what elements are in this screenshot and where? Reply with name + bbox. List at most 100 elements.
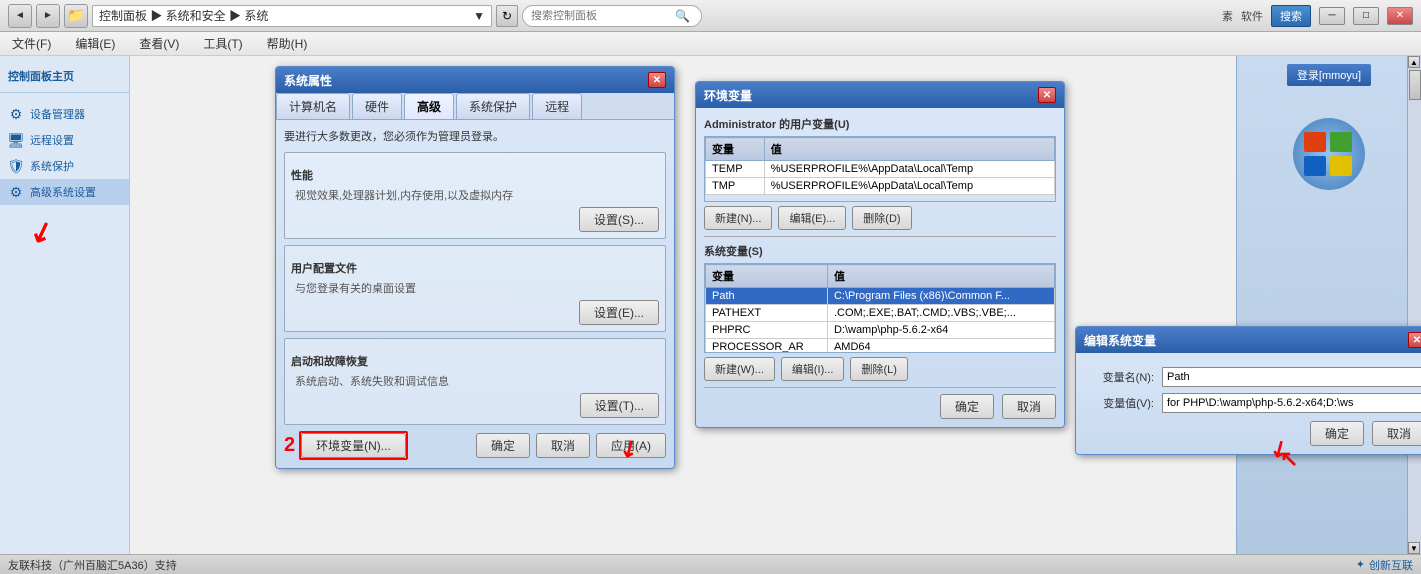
search-button[interactable]: 搜索 (1271, 5, 1311, 27)
content-area: 系统属性 ✕ 计算机名 硬件 高级 系统保护 远程 要进行大多数更改，您必须作为… (130, 56, 1421, 554)
user-new-button[interactable]: 新建(N)... (704, 206, 772, 230)
sysprop-bottom-row: 2 环境变量(N)... 确定 取消 应用(A) (284, 431, 666, 460)
search-icon[interactable]: 🔍 (675, 9, 690, 23)
tab-remote[interactable]: 远程 (532, 93, 582, 119)
sys-var-name-processor: PROCESSOR_AR (706, 339, 828, 354)
var-name-row: 变量名(N): (1084, 367, 1421, 387)
envvar-cancel-button[interactable]: 取消 (1002, 394, 1056, 419)
breadcrumb[interactable]: 控制面板 ▶ 系统和安全 ▶ 系统 ▼ (92, 5, 492, 27)
refresh-button[interactable]: ↻ (496, 5, 518, 27)
sys-var-name-phprc: PHPRC (706, 322, 828, 339)
sidebar-item-advanced[interactable]: ⚙ 高级系统设置 (0, 179, 129, 205)
menu-file[interactable]: 文件(F) (8, 33, 55, 54)
right-scrollbar[interactable]: ▲ ▼ (1407, 56, 1421, 554)
advanced-icon: ⚙ (8, 184, 24, 200)
var-name-input[interactable] (1162, 367, 1421, 387)
logo-text: 创新互联 (1369, 557, 1413, 573)
sidebar-item-system-protect[interactable]: 🛡 系统保护 (0, 153, 129, 179)
env-vars-button[interactable]: 环境变量(N)... (301, 433, 406, 458)
sys-col-value: 值 (827, 265, 1054, 288)
sys-edit-button[interactable]: 编辑(I)... (781, 357, 845, 381)
sysprop-ok-button[interactable]: 确定 (476, 433, 530, 458)
forward-button[interactable]: ► (36, 4, 60, 28)
envvar-close-button[interactable]: ✕ (1038, 87, 1056, 103)
user-edit-button[interactable]: 编辑(E)... (778, 206, 846, 230)
scroll-thumb[interactable] (1409, 70, 1421, 100)
sys-var-row-path[interactable]: Path C:\Program Files (x86)\Common F... (706, 288, 1055, 305)
tab-computer-name[interactable]: 计算机名 (276, 93, 350, 119)
menu-help[interactable]: 帮助(H) (263, 33, 312, 54)
envvar-ok-button[interactable]: 确定 (940, 394, 994, 419)
sysprop-close-button[interactable]: ✕ (648, 72, 666, 88)
startup-settings-button[interactable]: 设置(T)... (580, 393, 659, 418)
startup-label: 启动和故障恢复 (291, 353, 659, 369)
sysprop-title: 系统属性 (284, 72, 332, 89)
user-delete-button[interactable]: 删除(D) (852, 206, 911, 230)
sys-var-row-phprc[interactable]: PHPRC D:\wamp\php-5.6.2-x64 (706, 322, 1055, 339)
var-value-row: 变量值(V): (1084, 393, 1421, 413)
user-vars-title: Administrator 的用户变量(U) (704, 116, 1056, 132)
breadcrumb-text: 控制面板 ▶ 系统和安全 ▶ 系统 (99, 7, 268, 24)
sys-col-variable: 变量 (706, 265, 828, 288)
user-profiles-label: 用户配置文件 (291, 260, 659, 276)
user-badge[interactable]: 登录[mmoyu] (1287, 64, 1371, 86)
sys-var-row-processor[interactable]: PROCESSOR_AR AMD64 (706, 339, 1055, 354)
scroll-down-button[interactable]: ▼ (1408, 542, 1420, 554)
sys-var-value-phprc: D:\wamp\php-5.6.2-x64 (827, 322, 1054, 339)
close-button[interactable]: ✕ (1387, 7, 1413, 25)
editsysvar-title: 编辑系统变量 (1084, 332, 1156, 349)
search-input[interactable] (531, 10, 671, 22)
editsysvar-ok-button[interactable]: 确定 (1310, 421, 1364, 446)
scroll-up-button[interactable]: ▲ (1408, 56, 1420, 68)
sysprop-apply-button[interactable]: 应用(A) (596, 433, 666, 458)
user-profiles-settings-button[interactable]: 设置(E)... (579, 300, 659, 325)
startup-text: 系统启动、系统失败和调试信息 (291, 373, 659, 389)
menu-view[interactable]: 查看(V) (135, 33, 183, 54)
var-value-input[interactable] (1162, 393, 1421, 413)
user-vars-table: 变量 值 TEMP %USERPROFILE%\AppData\Local\Te… (705, 137, 1055, 195)
user-profiles-section: 用户配置文件 与您登录有关的桌面设置 设置(E)... (284, 245, 666, 332)
red-annotation-curve: ↙ (25, 212, 58, 251)
tab-hardware[interactable]: 硬件 (352, 93, 402, 119)
user-profiles-text: 与您登录有关的桌面设置 (291, 280, 659, 296)
sidebar-item-remote[interactable]: 🖥 远程设置 (0, 127, 129, 153)
editsysvar-cancel-button[interactable]: 取消 (1372, 421, 1421, 446)
tab-system-protect[interactable]: 系统保护 (456, 93, 530, 119)
maximize-button[interactable]: □ (1353, 7, 1379, 25)
sys-delete-button[interactable]: 删除(L) (850, 357, 907, 381)
user-var-name-tmp: TMP (706, 178, 765, 195)
sys-var-row-pathext[interactable]: PATHEXT .COM;.EXE;.BAT;.CMD;.VBS;.VBE;..… (706, 305, 1055, 322)
performance-settings-button[interactable]: 设置(S)... (579, 207, 659, 232)
sidebar-item-device-manager[interactable]: ⚙ 设备管理器 (0, 101, 129, 127)
sidebar-item-label-device: 设备管理器 (30, 106, 85, 122)
user-var-row-temp[interactable]: TEMP %USERPROFILE%\AppData\Local\Temp (706, 161, 1055, 178)
menu-tools[interactable]: 工具(T) (199, 33, 246, 54)
sys-vars-title: 系统变量(S) (704, 243, 1056, 259)
user-var-value-temp: %USERPROFILE%\AppData\Local\Temp (764, 161, 1054, 178)
startup-section: 启动和故障恢复 系统启动、系统失败和调试信息 设置(T)... (284, 338, 666, 425)
editsysvar-close-button[interactable]: ✕ (1408, 332, 1421, 348)
status-text: 友联科技（广州百脑汇5A36）支持 (8, 557, 177, 573)
editsysvar-dialog: 编辑系统变量 ✕ 变量名(N): 变量值(V): 确定 取消 (1075, 326, 1421, 455)
back-button[interactable]: ◄ (8, 4, 32, 28)
sysprop-tabs: 计算机名 硬件 高级 系统保护 远程 (276, 93, 674, 120)
sidebar-item-label-advanced: 高级系统设置 (30, 184, 96, 200)
user-vars-table-container: 变量 值 TEMP %USERPROFILE%\AppData\Local\Te… (704, 136, 1056, 202)
envvar-content: Administrator 的用户变量(U) 变量 值 TEMP (696, 108, 1064, 427)
bottom-divider (704, 387, 1056, 388)
performance-section: 性能 视觉效果,处理器计划,内存使用,以及虚拟内存 设置(S)... (284, 152, 666, 239)
user-var-row-tmp[interactable]: TMP %USERPROFILE%\AppData\Local\Temp (706, 178, 1055, 195)
sysprop-cancel-button[interactable]: 取消 (536, 433, 590, 458)
breadcrumb-dropdown[interactable]: ▼ (473, 9, 485, 23)
sys-var-name-pathext: PATHEXT (706, 305, 828, 322)
menu-edit[interactable]: 编辑(E) (71, 33, 119, 54)
menu-bar: 文件(F) 编辑(E) 查看(V) 工具(T) 帮助(H) (0, 32, 1421, 56)
minimize-button[interactable]: ─ (1319, 7, 1345, 25)
user-vars-buttons: 新建(N)... 编辑(E)... 删除(D) (704, 206, 1056, 230)
sysprop-action-buttons: 确定 取消 应用(A) (476, 433, 666, 458)
tab-advanced[interactable]: 高级 (404, 93, 454, 119)
logo-icon: ✦ (1356, 558, 1365, 571)
sys-new-button[interactable]: 新建(W)... (704, 357, 775, 381)
editsysvar-titlebar: 编辑系统变量 ✕ (1076, 327, 1421, 353)
sys-vars-table: 变量 值 Path C:\Program Files (x86)\Common … (705, 264, 1055, 353)
